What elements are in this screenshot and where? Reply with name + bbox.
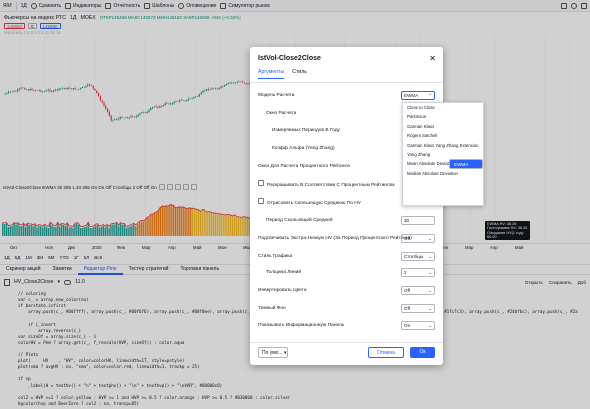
setting-label: Раскрашивать В Соответствии С Процентным… bbox=[267, 183, 395, 188]
setting-label: Подсвечивать Экстра-Низкую HV (За Период… bbox=[258, 235, 412, 241]
setting-label: Окно Расчета bbox=[266, 110, 297, 116]
setting-label: Измеряемых Периодов В Году bbox=[272, 127, 340, 133]
setting-label: Инвертировать Цвета bbox=[258, 287, 307, 293]
tab-arguments[interactable]: Аргументы bbox=[258, 69, 285, 79]
setting-select[interactable]: Off ⌄ bbox=[401, 303, 435, 313]
setting-select[interactable]: Off ⌄ bbox=[401, 285, 435, 295]
setting-value: On bbox=[404, 322, 411, 328]
dropdown-option[interactable]: Garman Klass bbox=[403, 122, 483, 131]
setting-input[interactable]: 30 bbox=[401, 215, 435, 225]
dialog-title: IstVol-Close2Close bbox=[258, 55, 321, 62]
divider bbox=[250, 342, 443, 343]
divider bbox=[250, 82, 443, 83]
indicator-settings-dialog: IstVol-Close2Close ✕ Аргументы Стиль Мод… bbox=[250, 47, 443, 365]
dropdown-option[interactable]: Yang Zhang bbox=[403, 150, 483, 159]
chevron-up-icon: ⌃ bbox=[428, 92, 432, 98]
setting-label: Модель Расчета bbox=[258, 92, 295, 98]
checkbox[interactable] bbox=[258, 180, 264, 186]
model-dropdown-list: Close to Close Parkinson Garman Klass Roger… bbox=[402, 102, 484, 206]
setting-select[interactable]: Off ⌄ bbox=[401, 233, 435, 243]
dropdown-option[interactable]: Median Absolute Deviation bbox=[403, 169, 483, 178]
settings-row: Темный Фон Off ⌄ bbox=[258, 303, 435, 313]
setting-value: Off bbox=[404, 235, 411, 241]
dialog-tabs: Аргументы Стиль bbox=[258, 69, 307, 79]
defaults-dropdown[interactable]: По умо... ▾ bbox=[258, 347, 288, 358]
setting-value: Столбцы bbox=[404, 253, 424, 259]
chevron-down-icon: ⌄ bbox=[428, 305, 432, 311]
setting-label: Период Скользящей Средней bbox=[266, 217, 333, 223]
chevron-down-icon: ⌄ bbox=[428, 322, 432, 328]
setting-label: Коэфф Альфа (Yang Zhang) bbox=[272, 145, 335, 151]
ok-button[interactable]: Ок bbox=[410, 347, 435, 358]
settings-row: Толщина Линий 2 ⌄ bbox=[258, 267, 435, 277]
setting-label: Стиль Графика bbox=[258, 253, 293, 259]
dropdown-option[interactable]: Close to Close bbox=[403, 103, 483, 112]
setting-select[interactable]: On ⌄ bbox=[401, 320, 435, 330]
setting-value: Off bbox=[404, 305, 411, 311]
settings-row: Период Скользящей Средней 30 bbox=[258, 215, 435, 225]
settings-row: Подсвечивать Экстра-Низкую HV (За Период… bbox=[258, 233, 435, 243]
setting-label: Толщина Линий bbox=[266, 269, 302, 275]
setting-label: Окно Для Расчета Процентного Рейтинга bbox=[258, 163, 350, 169]
settings-row: Показывать Информационную Панель On ⌄ bbox=[258, 320, 435, 330]
settings-row: Стиль Графика Столбцы ⌄ bbox=[258, 251, 435, 261]
setting-value: Off bbox=[404, 287, 411, 293]
setting-value: 2 bbox=[404, 269, 407, 275]
chevron-down-icon: ⌄ bbox=[428, 269, 432, 275]
dropdown-option[interactable]: Rogers Satchell bbox=[403, 131, 483, 140]
cancel-button[interactable]: Отмена bbox=[368, 347, 404, 358]
setting-label: Темный Фон bbox=[258, 305, 286, 311]
chevron-down-icon: ⌄ bbox=[428, 287, 432, 293]
setting-value: 30 bbox=[404, 217, 410, 223]
dropdown-option[interactable]: Garman Klass Yang Zhang Extension bbox=[403, 141, 483, 150]
settings-row: Инвертировать Цвета Off ⌄ bbox=[258, 285, 435, 295]
dropdown-option[interactable]: EWMA bbox=[449, 159, 483, 169]
setting-label: Отрисовать Скользящую Среднюю По HV bbox=[267, 201, 361, 206]
dropdown-option[interactable]: Parkinson bbox=[403, 112, 483, 121]
chevron-down-icon: ⌄ bbox=[428, 253, 432, 259]
setting-select[interactable]: EWMA ⌃ bbox=[401, 90, 435, 100]
setting-label: Показывать Информационную Панель bbox=[258, 322, 345, 328]
setting-select[interactable]: 2 ⌄ bbox=[401, 267, 435, 277]
checkbox[interactable] bbox=[258, 198, 264, 204]
defaults-label: По умо... bbox=[262, 350, 283, 356]
chevron-down-icon: ⌄ bbox=[428, 235, 432, 241]
setting-value: EWMA bbox=[404, 92, 419, 98]
close-icon[interactable]: ✕ bbox=[429, 54, 436, 63]
settings-row: Модель Расчета EWMA ⌃ bbox=[258, 90, 435, 100]
tab-style[interactable]: Стиль bbox=[292, 69, 307, 79]
setting-select[interactable]: Столбцы ⌄ bbox=[401, 251, 435, 261]
